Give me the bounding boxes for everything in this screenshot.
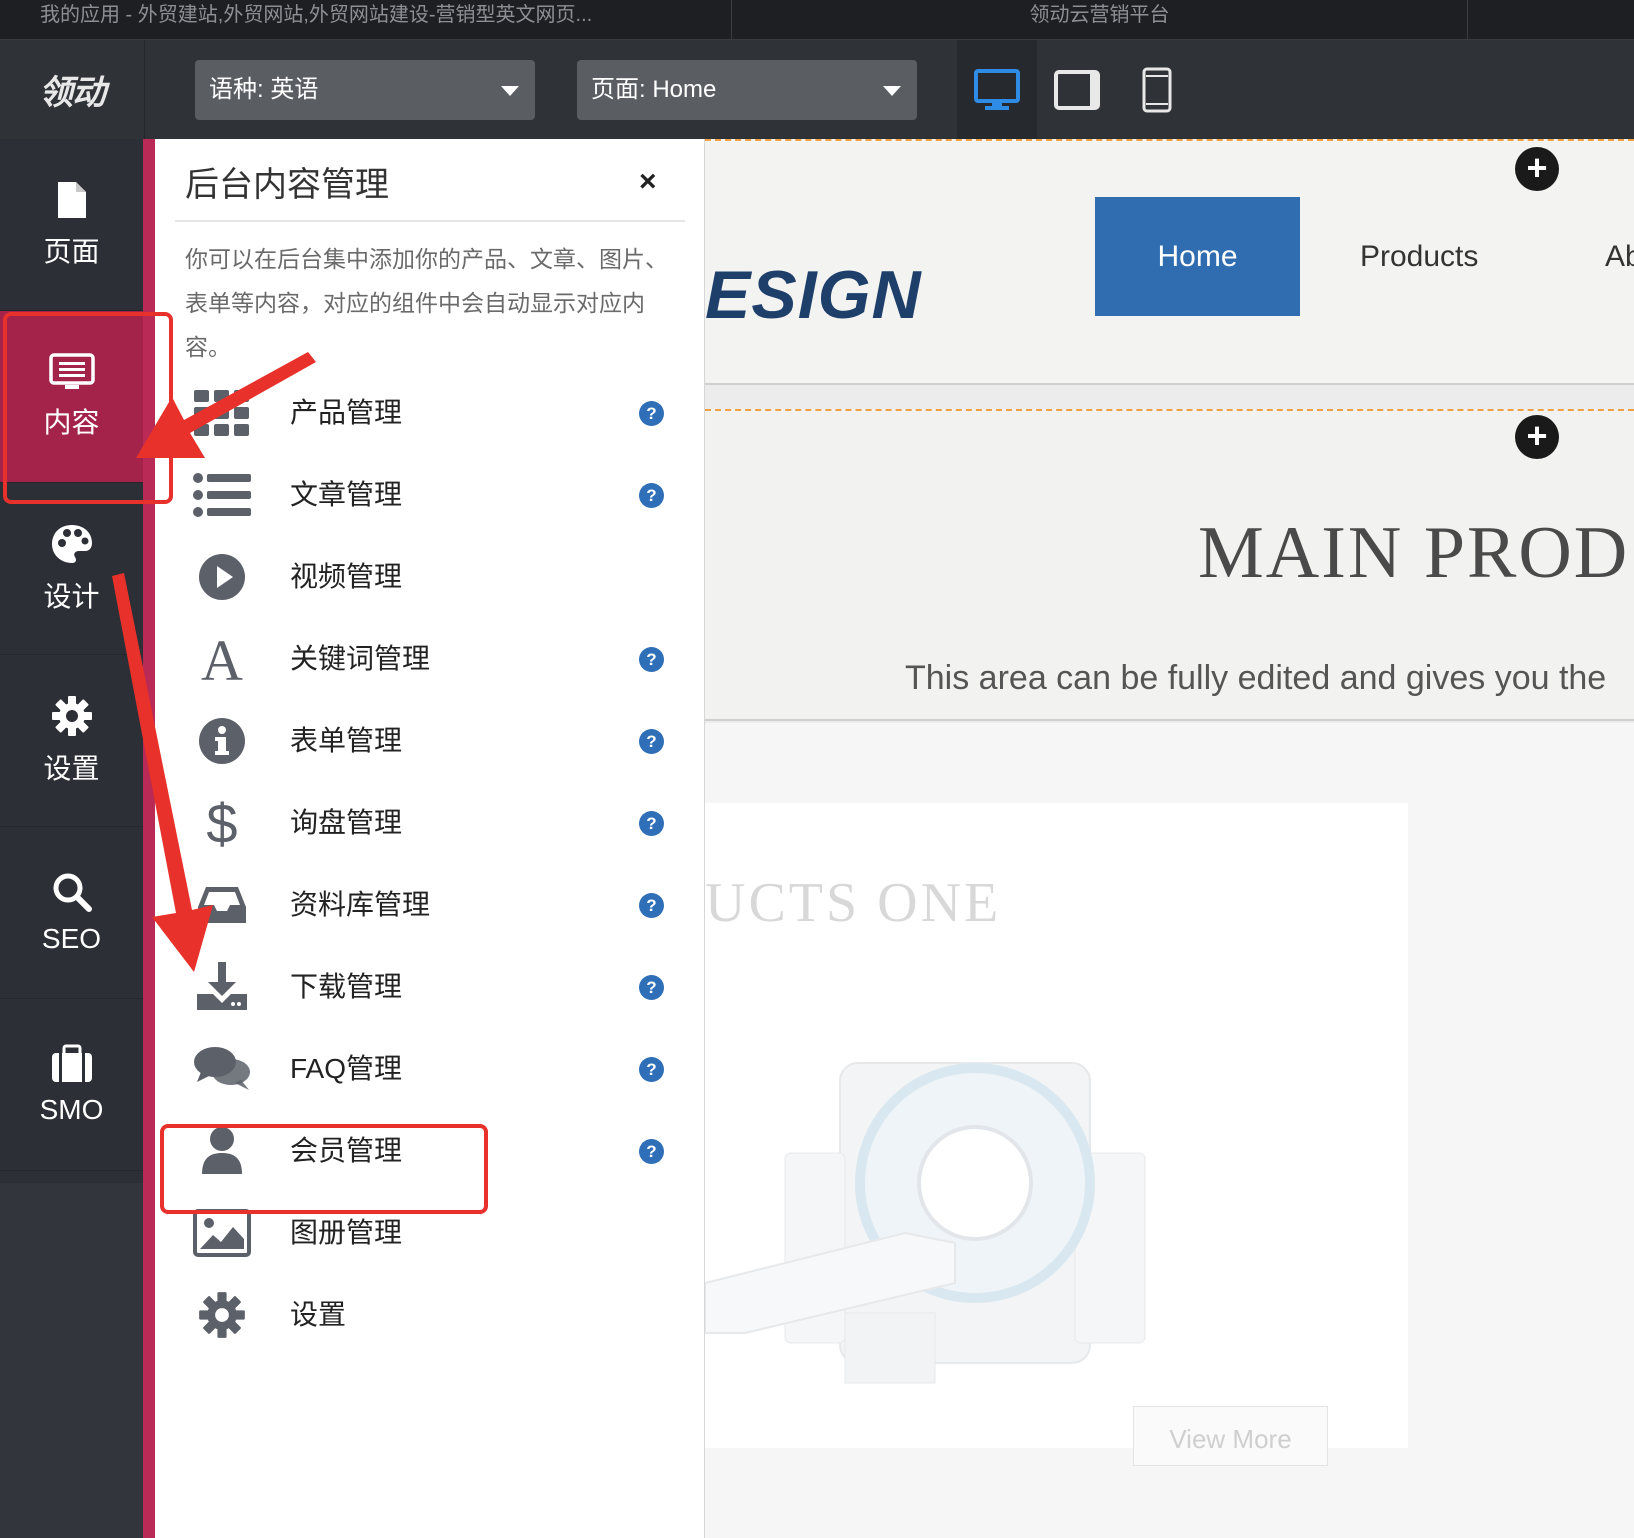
- divider: [175, 220, 685, 222]
- product-card-title: UCTS ONE: [705, 872, 1002, 934]
- menu-item-label: 设置: [290, 1299, 347, 1330]
- browser-tab-platform[interactable]: 领动云营销平台: [731, 0, 1468, 40]
- sidebar-item-label: 页面: [43, 235, 100, 267]
- sidebar-item-label: SMO: [39, 1093, 104, 1125]
- sidebar-item-settings[interactable]: 设置: [0, 655, 143, 827]
- add-section-icon[interactable]: +: [1515, 147, 1559, 191]
- help-icon[interactable]: ?: [639, 729, 664, 754]
- help-icon[interactable]: ?: [639, 1057, 664, 1082]
- gear-icon: [51, 695, 92, 736]
- menu-item-label: 产品管理: [290, 397, 403, 428]
- letter-a-icon: A: [190, 627, 254, 691]
- help-icon[interactable]: ?: [639, 1139, 664, 1164]
- site-logo-text[interactable]: ESIGN: [705, 256, 922, 334]
- browser-tab-strip: 我的应用 - 外贸建站,外贸网站,外贸网站建设-营销型英文网页... 领动云营销…: [0, 0, 1634, 40]
- site-nav-home[interactable]: Home: [1095, 197, 1300, 316]
- help-icon[interactable]: ?: [639, 893, 664, 918]
- page-select[interactable]: 页面: Home: [577, 60, 917, 120]
- svg-text:A: A: [201, 633, 243, 685]
- menu-item-products[interactable]: 产品管理 ?: [155, 375, 705, 457]
- menu-item-label: 询盘管理: [290, 807, 403, 838]
- dollar-icon: $: [190, 791, 254, 855]
- download-icon: [190, 955, 254, 1019]
- inbox-icon: [190, 873, 254, 937]
- list-icon: [190, 463, 254, 527]
- menu-item-articles[interactable]: 文章管理 ?: [155, 457, 705, 539]
- help-icon[interactable]: ?: [639, 975, 664, 1000]
- sidebar-item-smo[interactable]: SMO: [0, 999, 143, 1171]
- chevron-down-icon: [883, 86, 901, 96]
- info-icon: [190, 709, 254, 773]
- preview-products-area: UCTS ONE View More: [705, 723, 1634, 1538]
- help-icon[interactable]: ?: [639, 401, 664, 426]
- panel-description: 你可以在后台集中添加你的产品、文章、图片、表单等内容，对应的组件中会自动显示对应…: [185, 246, 668, 360]
- menu-item-videos[interactable]: 视频管理: [155, 539, 705, 621]
- site-nav-about[interactable]: Ab: [1605, 197, 1634, 316]
- menu-item-label: 表单管理: [290, 725, 403, 756]
- menu-item-library[interactable]: 资料库管理 ?: [155, 867, 705, 949]
- page-icon: [57, 181, 86, 218]
- menu-item-label: 视频管理: [290, 561, 403, 592]
- phone-view-button[interactable]: [1117, 40, 1197, 139]
- sidebar-item-label: 设置: [43, 752, 100, 784]
- site-nav-products[interactable]: Products: [1360, 197, 1478, 316]
- section-title: MAIN PROD: [1198, 512, 1630, 594]
- menu-item-inquiries[interactable]: $ 询盘管理 ?: [155, 785, 705, 867]
- language-select-label: 语种: 英语: [209, 76, 319, 103]
- menu-item-label: 下载管理: [290, 971, 403, 1002]
- menu-item-label: 关键词管理: [290, 643, 431, 674]
- phone-icon: [1142, 67, 1172, 112]
- section-subtitle: This area can be fully edited and gives …: [905, 659, 1607, 697]
- menu-item-faq[interactable]: FAQ管理 ?: [155, 1031, 705, 1113]
- view-more-button[interactable]: View More: [1133, 1406, 1328, 1466]
- content-management-panel: 后台内容管理 × 你可以在后台集中添加你的产品、文章、图片、表单等内容，对应的组…: [155, 139, 705, 1538]
- page-select-label: 页面: Home: [591, 76, 717, 103]
- sidebar-item-label: 设计: [43, 580, 100, 612]
- language-select[interactable]: 语种: 英语: [195, 60, 535, 120]
- menu-item-label: FAQ管理: [290, 1053, 403, 1084]
- svg-text:$: $: [206, 795, 237, 851]
- product-card[interactable]: UCTS ONE: [705, 803, 1408, 1448]
- menu-item-downloads[interactable]: 下载管理 ?: [155, 949, 705, 1031]
- sidebar-item-label: SEO: [41, 922, 102, 954]
- menu-item-settings[interactable]: 设置: [155, 1277, 705, 1359]
- desktop-view-button[interactable]: [957, 40, 1037, 139]
- gear-icon: [190, 1283, 254, 1347]
- logo[interactable]: 领动: [0, 40, 145, 139]
- sidebar-item-seo[interactable]: SEO: [0, 827, 143, 999]
- product-image: [705, 1062, 1146, 1384]
- menu-item-label: 文章管理: [290, 479, 403, 510]
- preview-header-section[interactable]: + ESIGN Home Products Ab: [705, 139, 1634, 385]
- comments-icon: [190, 1037, 254, 1101]
- site-preview: + ESIGN Home Products Ab + MAIN PROD Thi…: [705, 139, 1634, 1538]
- help-icon[interactable]: ?: [639, 811, 664, 836]
- preview-main-products-section[interactable]: + MAIN PROD This area can be fully edite…: [705, 409, 1634, 721]
- add-section-icon[interactable]: +: [1515, 415, 1559, 459]
- annotation-highlight-member-item: [160, 1124, 488, 1214]
- browser-tab-app[interactable]: 我的应用 - 外贸建站,外贸网站,外贸网站建设-营销型英文网页...: [40, 0, 730, 40]
- sidebar-item-page[interactable]: 页面: [0, 139, 143, 311]
- briefcase-icon: [51, 1044, 92, 1082]
- top-toolbar: 领动 语种: 英语 页面: Home: [0, 40, 1634, 139]
- palette-icon: [51, 524, 92, 563]
- chevron-down-icon: [501, 86, 519, 96]
- menu-item-forms[interactable]: 表单管理 ?: [155, 703, 705, 785]
- tablet-view-button[interactable]: [1037, 40, 1117, 139]
- help-icon[interactable]: ?: [639, 483, 664, 508]
- tablet-icon: [1054, 69, 1100, 110]
- menu-item-label: 资料库管理: [290, 889, 431, 920]
- sidebar-empty-area: [0, 1183, 143, 1538]
- panel-title: 后台内容管理: [185, 166, 389, 204]
- play-icon: [190, 545, 254, 609]
- device-switcher: [957, 40, 1207, 139]
- desktop-icon: [974, 68, 1020, 110]
- grid-icon: [190, 381, 254, 445]
- search-icon: [53, 873, 92, 912]
- annotation-highlight-content-nav: [3, 312, 173, 504]
- menu-item-keywords[interactable]: A 关键词管理 ?: [155, 621, 705, 703]
- close-icon[interactable]: ×: [639, 165, 657, 199]
- help-icon[interactable]: ?: [639, 647, 664, 672]
- sidebar-item-design[interactable]: 设计: [0, 483, 143, 655]
